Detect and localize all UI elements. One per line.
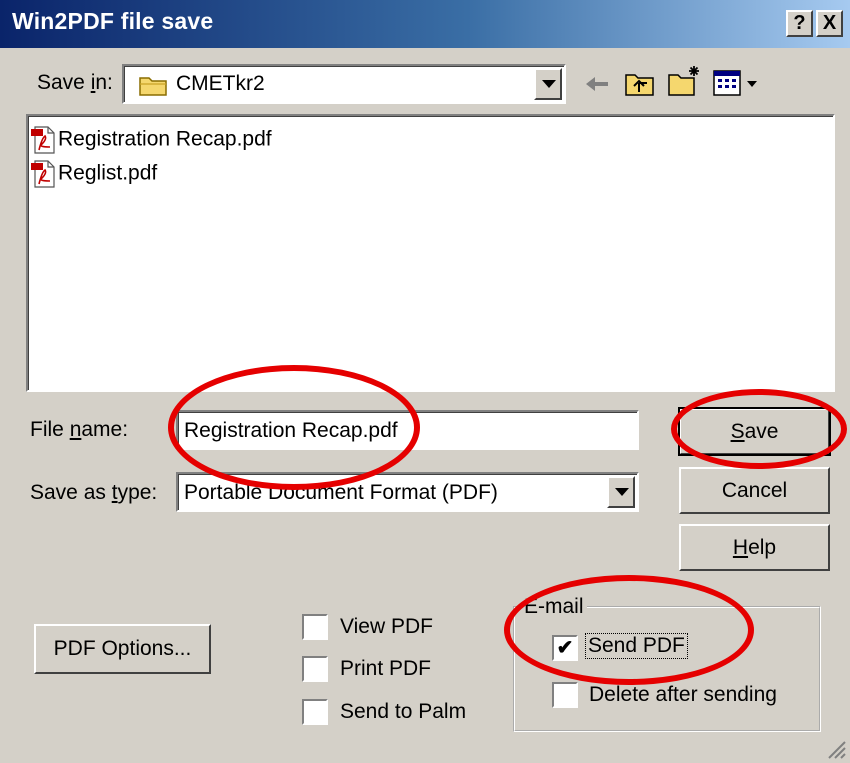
list-item[interactable]: Registration Recap.pdf	[30, 126, 272, 154]
save-as-type-combo[interactable]: Portable Document Format (PDF)	[176, 472, 639, 512]
chevron-down-icon[interactable]	[534, 68, 562, 100]
pdf-file-icon	[31, 160, 55, 188]
print-pdf-checkbox[interactable]	[302, 656, 328, 682]
win2pdf-save-dialog: Win2PDF file save ? X Save in: CMETkr2 R…	[0, 0, 850, 763]
save-as-type-label: Save as type:	[30, 481, 158, 504]
send-pdf-checkbox[interactable]: ✔	[552, 635, 578, 661]
pdf-file-icon	[31, 126, 55, 154]
file-name: Reglist.pdf	[58, 161, 158, 185]
file-name-label: File name:	[30, 418, 129, 441]
help-button[interactable]: Help	[679, 524, 830, 571]
send-to-palm-checkbox[interactable]	[302, 699, 328, 725]
title-bar[interactable]: Win2PDF file save ? X	[0, 0, 850, 48]
view-pdf-checkbox[interactable]	[302, 614, 328, 640]
chevron-down-icon[interactable]	[607, 476, 635, 508]
file-list[interactable]: Registration Recap.pdf Reglist.pdf	[26, 114, 835, 392]
back-arrow-icon[interactable]	[583, 72, 611, 96]
list-item[interactable]: Reglist.pdf	[30, 160, 157, 188]
new-folder-icon[interactable]	[667, 64, 703, 98]
cancel-button[interactable]: Cancel	[679, 467, 830, 514]
save-in-value: CMETkr2	[176, 72, 265, 95]
window-title: Win2PDF file save	[12, 8, 214, 34]
view-pdf-label: View PDF	[340, 615, 433, 638]
delete-after-sending-label: Delete after sending	[589, 683, 777, 706]
resize-grip-icon[interactable]	[826, 739, 846, 759]
help-title-button[interactable]: ?	[786, 10, 813, 37]
save-in-combo[interactable]: CMETkr2	[122, 64, 566, 104]
delete-after-sending-checkbox[interactable]	[552, 682, 578, 708]
print-pdf-label: Print PDF	[340, 657, 432, 680]
view-menu-icon[interactable]	[712, 68, 764, 98]
close-title-button[interactable]: X	[816, 10, 843, 37]
pdf-options-button[interactable]: PDF Options...	[34, 624, 211, 674]
send-to-palm-label: Send to Palm	[340, 700, 467, 723]
file-name: Registration Recap.pdf	[58, 127, 272, 151]
up-folder-icon[interactable]	[624, 68, 656, 98]
save-button[interactable]: Save	[678, 407, 831, 456]
email-group-label: E-mail	[521, 595, 587, 619]
folder-icon	[139, 77, 167, 96]
file-name-input[interactable]: Registration Recap.pdf	[176, 410, 639, 450]
save-as-type-value: Portable Document Format (PDF)	[184, 481, 498, 504]
file-name-value: Registration Recap.pdf	[184, 419, 398, 442]
save-in-label: Save in:	[37, 71, 113, 94]
email-groupbox	[513, 606, 821, 732]
send-pdf-label: Send PDF	[585, 633, 688, 659]
